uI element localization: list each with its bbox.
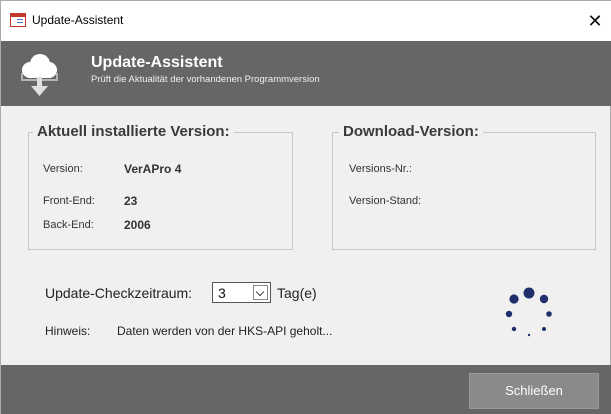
loading-spinner-icon: [505, 287, 552, 337]
header-banner: Update-Assistent Prüft die Aktualität de…: [1, 41, 611, 106]
versions-nr-label: Versions-Nr.:: [349, 163, 412, 175]
update-assistant-window: Update-Assistent ✕ Update-Assistent Prüf…: [0, 0, 611, 414]
back-end-value: 2006: [124, 218, 151, 232]
check-period-select[interactable]: 3: [212, 282, 271, 303]
window-title: Update-Assistent: [32, 13, 124, 27]
installed-version-group: Aktuell installierte Version:: [28, 123, 293, 250]
close-window-icon[interactable]: ✕: [578, 1, 611, 41]
check-period-label: Update-Checkzeitraum:: [45, 285, 193, 301]
header-subtitle: Prüft die Aktualität der vorhandenen Pro…: [91, 74, 320, 85]
cloud-download-icon: [21, 54, 58, 96]
hint-text: Daten werden von der HKS-API geholt...: [117, 324, 333, 338]
version-stand-label: Version-Stand:: [349, 195, 422, 207]
close-button[interactable]: Schließen: [469, 373, 599, 409]
check-period-unit: Tag(e): [277, 285, 317, 301]
title-bar: Update-Assistent ✕: [1, 1, 611, 41]
back-end-label: Back-End:: [43, 219, 94, 231]
check-period-value: 3: [218, 285, 226, 301]
front-end-label: Front-End:: [43, 195, 95, 207]
version-value: VerAPro 4: [124, 162, 182, 176]
download-version-legend: Download-Version:: [339, 123, 483, 140]
chevron-down-icon[interactable]: [253, 285, 268, 300]
download-version-group: Download-Version:: [332, 123, 596, 250]
app-form-icon: [10, 13, 26, 27]
header-title: Update-Assistent: [91, 54, 223, 71]
hint-label: Hinweis:: [45, 324, 91, 338]
front-end-value: 23: [124, 194, 138, 208]
installed-version-legend: Aktuell installierte Version:: [33, 123, 234, 140]
version-label: Version:: [43, 163, 83, 175]
